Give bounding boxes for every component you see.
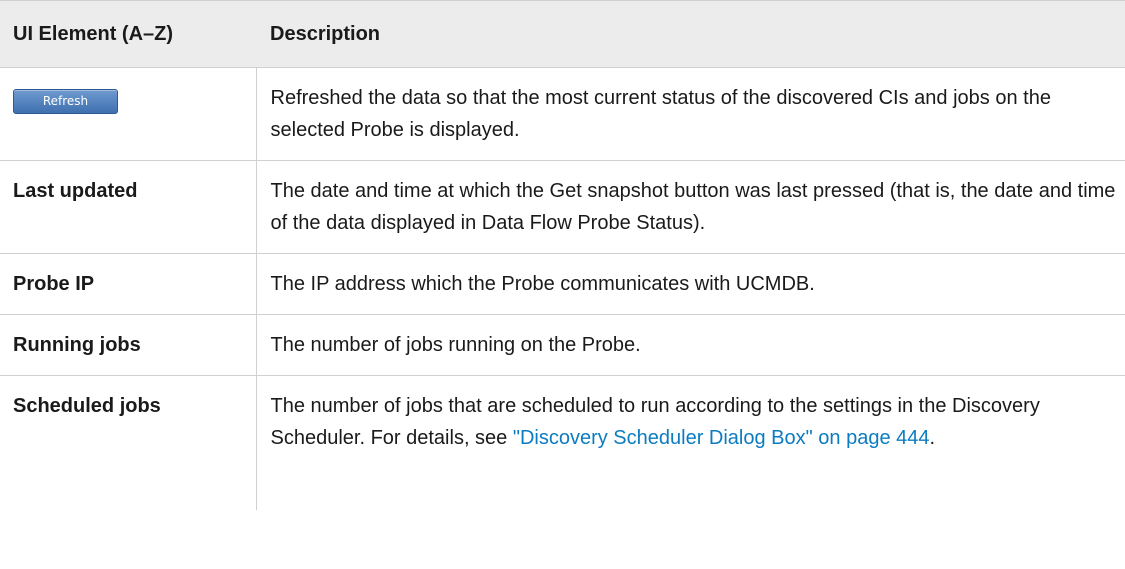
row-element-cell: Refresh (0, 67, 256, 161)
discovery-scheduler-link[interactable]: "Discovery Scheduler Dialog Box" on page… (513, 427, 930, 449)
header-description: Description (256, 0, 1125, 68)
table-row: Running jobs The number of jobs running … (0, 314, 1125, 376)
row-description: The IP address which the Probe communica… (255, 253, 1125, 315)
row-description: The number of jobs running on the Probe. (255, 314, 1125, 376)
refresh-button[interactable]: Refresh (13, 89, 118, 114)
table-row: Scheduled jobs The number of jobs that a… (0, 375, 1125, 510)
row-description: Refreshed the data so that the most curr… (255, 67, 1125, 161)
row-term-running-jobs: Running jobs (0, 314, 256, 376)
description-text-end: . (929, 427, 936, 449)
row-term-scheduled-jobs: Scheduled jobs (13, 395, 161, 417)
row-description: The number of jobs that are scheduled to… (255, 375, 1125, 510)
ui-elements-table: UI Element (A–Z) Description Refresh Ref… (0, 0, 1125, 510)
table-header-row: UI Element (A–Z) Description (0, 0, 1125, 68)
header-ui-element: UI Element (A–Z) (0, 0, 256, 68)
row-term-probe-ip: Probe IP (0, 253, 256, 315)
row-term-last-updated: Last updated (0, 160, 256, 254)
table-row: Refresh Refreshed the data so that the m… (0, 67, 1125, 161)
table-row: Probe IP The IP address which the Probe … (0, 253, 1125, 315)
row-description: The date and time at which the Get snaps… (255, 160, 1125, 254)
table-row: Last updated The date and time at which … (0, 160, 1125, 254)
